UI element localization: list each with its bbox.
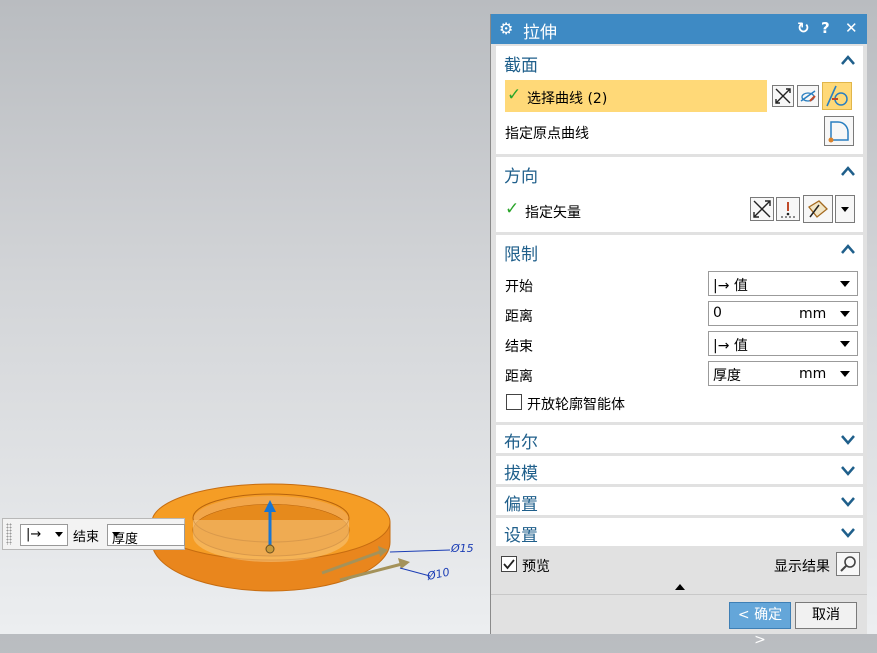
chevron-down-icon[interactable] bbox=[839, 492, 857, 510]
extrude-preview-model[interactable]: Ø15 Ø10 bbox=[140, 470, 480, 610]
floating-edit-bar: |→ 结束 厚度 bbox=[2, 518, 185, 550]
start-distance-field[interactable]: 0 mm bbox=[708, 301, 858, 326]
vector-type-dropdown[interactable] bbox=[835, 195, 855, 223]
diameter-label-outer: Ø15 bbox=[450, 542, 474, 555]
expand-more-toggle[interactable] bbox=[491, 582, 867, 594]
dropdown-arrow-icon[interactable] bbox=[840, 311, 850, 317]
end-distance-unit: mm bbox=[799, 366, 827, 382]
divider bbox=[491, 594, 867, 595]
end-distance-value[interactable]: 厚度 bbox=[713, 365, 741, 385]
draft-panel[interactable]: 拔模 bbox=[496, 456, 863, 484]
reset-icon[interactable]: ↻ bbox=[797, 19, 810, 37]
limit-value-icon: |→ bbox=[26, 527, 42, 542]
end-value-text: 厚度 bbox=[112, 532, 139, 547]
direction-header[interactable]: 方向 bbox=[504, 162, 538, 187]
reverse-direction-icon[interactable] bbox=[750, 197, 774, 221]
check-icon: ✓ bbox=[507, 85, 522, 105]
start-distance-unit: mm bbox=[799, 306, 827, 322]
dropdown-arrow-icon bbox=[840, 281, 850, 287]
chevron-up-icon[interactable] bbox=[839, 163, 857, 181]
open-profile-checkbox[interactable] bbox=[506, 394, 522, 410]
start-limit-dropdown[interactable]: |→ 值 bbox=[708, 271, 858, 296]
origin-curve-icon[interactable] bbox=[824, 116, 854, 146]
dialog-title-bar[interactable]: ⚙ 拉伸 ↻ ? ✕ bbox=[491, 14, 867, 44]
offset-header[interactable]: 偏置 bbox=[504, 490, 538, 515]
settings-panel[interactable]: 设置 bbox=[496, 518, 863, 546]
dropdown-arrow-icon bbox=[841, 207, 849, 212]
magnifier-icon bbox=[840, 556, 856, 572]
preview-label: 预览 bbox=[522, 559, 550, 575]
offset-panel[interactable]: 偏置 bbox=[496, 487, 863, 515]
show-result-button[interactable] bbox=[836, 552, 860, 576]
start-distance-label: 距离 bbox=[505, 309, 533, 325]
diameter-label-inner: Ø10 bbox=[425, 566, 451, 584]
check-icon: ✓ bbox=[505, 199, 520, 219]
chevron-down-icon[interactable] bbox=[839, 461, 857, 479]
dropdown-arrow-icon bbox=[112, 532, 120, 537]
ok-button[interactable]: < 确定 > bbox=[729, 602, 791, 648]
start-limit-value: |→ 值 bbox=[713, 278, 748, 294]
extrude-dialog: ⚙ 拉伸 ↻ ? ✕ 截面 ✓ 选择曲线 (2) 指定原点曲线 方向 ✓ 指定矢… bbox=[490, 14, 867, 648]
select-curve-label: 选择曲线 (2) bbox=[527, 91, 608, 107]
gear-icon: ⚙ bbox=[499, 19, 514, 38]
preview-checkbox[interactable] bbox=[501, 556, 517, 572]
triangle-up-icon bbox=[675, 584, 685, 590]
limits-panel: 限制 开始 |→ 值 距离 0 mm 结束 |→ 值 距离 厚度 mm 开放轮廓… bbox=[496, 235, 863, 422]
graphics-viewport[interactable]: Ø15 Ø10 |→ 结束 厚度 bbox=[0, 0, 490, 634]
sketch-section-icon[interactable] bbox=[797, 85, 819, 107]
limit-type-dropdown[interactable]: |→ bbox=[20, 524, 68, 546]
direction-panel: 方向 ✓ 指定矢量 bbox=[496, 157, 863, 232]
dropdown-arrow-icon bbox=[55, 532, 63, 537]
end-distance-label: 距离 bbox=[505, 369, 533, 385]
vector-dialog-icon[interactable] bbox=[776, 197, 800, 221]
limits-header[interactable]: 限制 bbox=[504, 240, 538, 265]
end-value-dropdown[interactable]: 厚度 bbox=[107, 524, 185, 547]
specify-vector-label: 指定矢量 bbox=[525, 205, 581, 221]
dialog-title: 拉伸 bbox=[523, 23, 557, 43]
dropdown-arrow-icon bbox=[840, 341, 850, 347]
start-label: 开始 bbox=[505, 279, 533, 295]
settings-header[interactable]: 设置 bbox=[504, 521, 538, 546]
boolean-panel[interactable]: 布尔 bbox=[496, 425, 863, 453]
section-panel: 截面 ✓ 选择曲线 (2) 指定原点曲线 bbox=[496, 46, 863, 154]
chevron-down-icon[interactable] bbox=[839, 430, 857, 448]
chevron-down-icon[interactable] bbox=[839, 523, 857, 541]
cancel-button[interactable]: 取消 bbox=[795, 602, 857, 629]
curve-select-icon[interactable] bbox=[822, 82, 852, 110]
help-icon[interactable]: ? bbox=[821, 19, 830, 37]
start-distance-value[interactable]: 0 bbox=[713, 305, 722, 321]
select-curve-row[interactable]: ✓ 选择曲线 (2) bbox=[505, 80, 767, 112]
close-icon[interactable]: ✕ bbox=[845, 19, 858, 37]
show-result-label: 显示结果 bbox=[774, 559, 830, 575]
end-limit-dropdown[interactable]: |→ 值 bbox=[708, 331, 858, 356]
open-profile-label: 开放轮廓智能体 bbox=[527, 397, 625, 413]
draft-header[interactable]: 拔模 bbox=[504, 459, 538, 484]
origin-curve-label: 指定原点曲线 bbox=[505, 126, 589, 142]
end-label: 结束 bbox=[73, 530, 100, 545]
end-distance-field[interactable]: 厚度 mm bbox=[708, 361, 858, 386]
chevron-up-icon[interactable] bbox=[839, 52, 857, 70]
end-label: 结束 bbox=[505, 339, 533, 355]
drag-handle[interactable] bbox=[6, 523, 12, 545]
dropdown-arrow-icon[interactable] bbox=[840, 371, 850, 377]
chevron-up-icon[interactable] bbox=[839, 241, 857, 259]
deselect-icon[interactable] bbox=[772, 85, 794, 107]
section-header[interactable]: 截面 bbox=[504, 51, 538, 76]
boolean-header[interactable]: 布尔 bbox=[504, 428, 538, 453]
end-limit-value: |→ 值 bbox=[713, 338, 748, 354]
vector-type-icon[interactable] bbox=[803, 195, 833, 223]
